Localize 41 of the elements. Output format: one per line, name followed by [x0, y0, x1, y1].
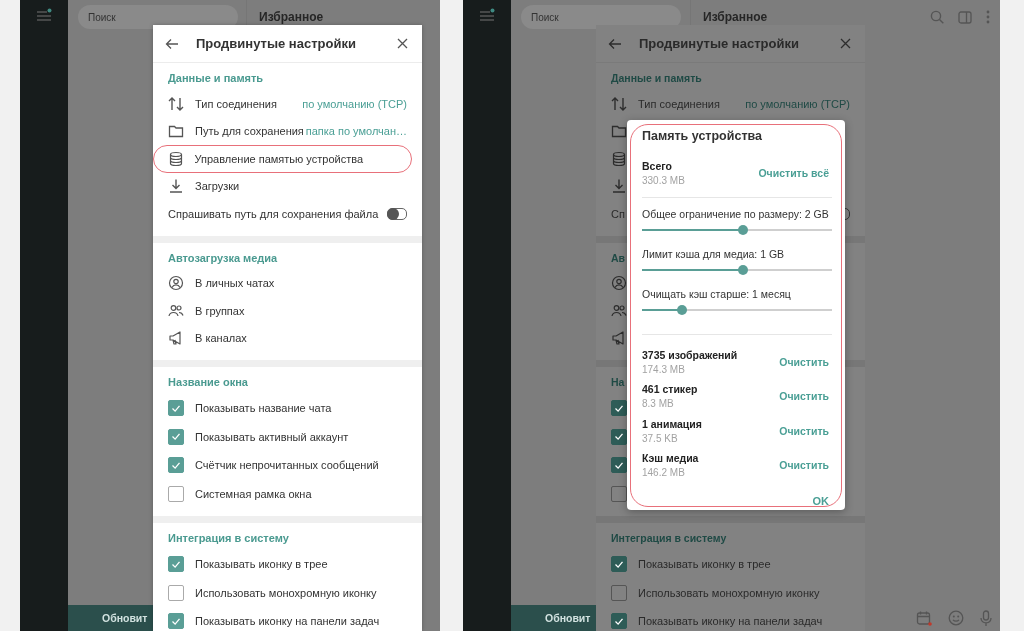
cache-label: 3735 изображений — [642, 348, 739, 361]
slider-label: Лимит кэша для медиа: 1 GB — [642, 247, 786, 260]
checkbox-label: Показывать иконку на панели задач — [195, 615, 380, 628]
cache-size: 174.3 MB — [642, 363, 686, 375]
cache-label: Кэш медиа — [642, 452, 700, 465]
checkbox-label: Показывать активный аккаунт — [195, 430, 349, 443]
slider-label: Общее ограничение по размеру: 2 GB — [642, 207, 830, 220]
section-title: Данные и память — [168, 71, 264, 86]
cache-size: 8.3 MB — [642, 398, 675, 410]
section-title: Данные и память — [611, 71, 702, 86]
setting-label: Тип соединения — [638, 97, 720, 110]
section-title: Интеграция в систему — [611, 531, 727, 546]
checkbox-label: Показывать иконку в трее — [638, 558, 771, 571]
section-title: Название окна — [168, 375, 248, 390]
setting-label: Сп — [611, 207, 625, 220]
cache-size: 37.5 KB — [642, 432, 679, 444]
section-title: Интеграция в систему — [168, 531, 289, 546]
cache-label: Всего — [642, 160, 673, 173]
checkbox-label: Показывать иконку в трее — [195, 558, 328, 571]
checkbox-label: Использовать монохромную иконку — [195, 586, 377, 599]
cache-label: 1 анимация — [642, 417, 703, 430]
checkbox-label: Показывать название чата — [195, 402, 332, 415]
dialog-title: Память устройства — [642, 129, 763, 143]
cache-size: 330.3 MB — [642, 175, 686, 187]
chat-title: Избранное — [703, 10, 769, 24]
checkbox-label: Счётчик непрочитанных сообщений — [195, 459, 379, 472]
checkbox-label: Показывать иконку на панели задач — [638, 615, 823, 628]
section-title: Автозагрузка медиа — [168, 250, 278, 266]
dialog-title: Продвинутые настройки — [196, 36, 357, 51]
chat-title: Избранное — [259, 10, 325, 24]
section-title: На — [611, 375, 625, 390]
section-title: Ав — [611, 250, 626, 266]
setting-label: Спрашивать путь для сохранения файла — [168, 207, 379, 220]
setting-label: Путь для сохранения — [195, 125, 304, 138]
setting-label: Тип соединения — [195, 97, 277, 110]
checkbox-label: Системная рамка окна — [195, 487, 312, 500]
checkbox-label: Использовать монохромную иконку — [638, 586, 820, 599]
slider-label: Очищать кэш старше: 1 месяц — [642, 287, 792, 300]
cache-size: 146.2 MB — [642, 467, 686, 479]
dialog-title: Продвинутые настройки — [639, 36, 800, 51]
cache-label: 461 стикер — [642, 383, 699, 396]
